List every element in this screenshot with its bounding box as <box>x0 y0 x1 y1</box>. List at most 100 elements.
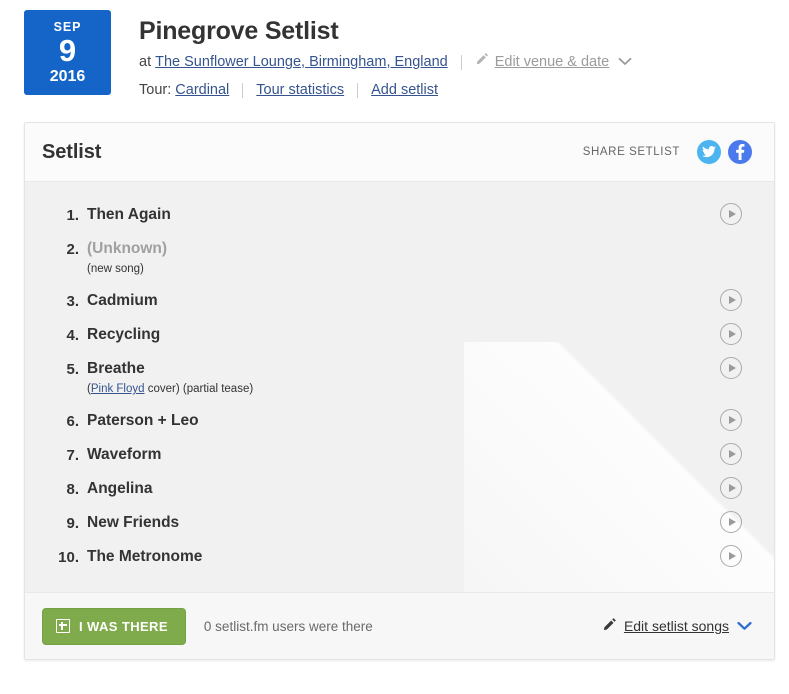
song-play-cell <box>720 506 750 533</box>
song-main: Recycling <box>87 318 720 352</box>
setlist-heading: Setlist <box>42 140 102 163</box>
play-icon[interactable] <box>720 545 742 567</box>
play-triangle <box>728 518 736 526</box>
facebook-icon <box>735 144 745 160</box>
chevron-down-icon <box>618 51 632 73</box>
date-year: 2016 <box>49 68 86 85</box>
song-play-cell <box>720 198 750 225</box>
song-play-cell <box>720 284 750 311</box>
setlist-song-row: 7. Waveform <box>25 438 774 472</box>
song-play-cell <box>720 472 750 499</box>
play-icon[interactable] <box>720 477 742 499</box>
play-icon[interactable] <box>720 323 742 345</box>
play-triangle <box>728 296 736 304</box>
song-position: 5. <box>66 361 79 378</box>
play-icon[interactable] <box>720 443 742 465</box>
setlist-song-row: 8. Angelina <box>25 472 774 506</box>
separator <box>357 82 359 98</box>
play-icon[interactable] <box>720 357 742 379</box>
plus-box-icon <box>56 619 70 633</box>
play-triangle <box>728 450 736 458</box>
setlist-song-row: 10. The Metronome <box>25 540 774 574</box>
venue-line: at The Sunflower Lounge, Birmingham, Eng… <box>139 51 632 73</box>
footer-left-group: I WAS THERE 0 setlist.fm users were ther… <box>42 607 373 645</box>
song-position: 7. <box>66 447 79 464</box>
song-title: Recycling <box>87 326 161 343</box>
event-date-box: SEP 9 2016 <box>24 10 111 95</box>
edit-setlist-songs-button[interactable]: Edit setlist songs <box>602 617 752 635</box>
pencil-icon <box>602 617 617 635</box>
edit-venue-label: Edit venue & date <box>494 54 610 70</box>
separator <box>460 54 462 70</box>
play-triangle <box>728 416 736 424</box>
date-day: 9 <box>58 33 77 68</box>
play-icon[interactable] <box>720 409 742 431</box>
song-main: Waveform <box>87 438 720 472</box>
share-setlist-label: SHARE SETLIST <box>582 146 680 158</box>
song-title: New Friends <box>87 514 180 531</box>
song-note-suffix: cover) (partial tease) <box>144 383 254 395</box>
song-main: Then Again <box>87 198 720 232</box>
song-title: Angelina <box>87 480 153 497</box>
i-was-there-button[interactable]: I WAS THERE <box>42 607 186 645</box>
twitter-icon <box>702 146 716 158</box>
twitter-share-button[interactable] <box>697 140 721 164</box>
setlist-song-row: 2. (Unknown) (new song) <box>25 232 774 284</box>
i-was-there-label: I WAS THERE <box>79 618 168 634</box>
song-main: Angelina <box>87 472 720 506</box>
play-triangle <box>728 552 736 560</box>
setlist-song-row: 3. Cadmium <box>25 284 774 318</box>
play-icon[interactable] <box>720 203 742 225</box>
play-triangle <box>728 210 736 218</box>
setlist-song-body: 1. Then Again 2. (Unknown) (new song) 3. Cadmi… <box>25 182 774 592</box>
play-icon[interactable] <box>720 511 742 533</box>
cover-artist-link[interactable]: Pink Floyd <box>91 383 145 395</box>
song-title: Breathe <box>87 360 145 377</box>
setlist-song-row: 5. Breathe (Pink Floyd cover) (partial tea… <box>25 352 774 404</box>
setlist-card: Setlist SHARE SETLIST 1. Then Again 2. (Unk… <box>24 122 775 660</box>
song-play-cell <box>720 318 750 345</box>
song-play-cell <box>720 404 750 431</box>
setlist-card-footer: I WAS THERE 0 setlist.fm users were ther… <box>25 592 774 659</box>
song-main: Cadmium <box>87 284 720 318</box>
tour-line: Tour: Cardinal Tour statistics Add setli… <box>139 79 632 101</box>
attendance-count-text: 0 setlist.fm users were there <box>203 618 373 634</box>
edit-setlist-songs-label: Edit setlist songs <box>623 618 729 634</box>
facebook-share-button[interactable] <box>728 140 752 164</box>
setlist-song-row: 1. Then Again <box>25 198 774 232</box>
setlist-song-row: 9. New Friends <box>25 506 774 540</box>
song-play-cell <box>720 352 750 379</box>
song-play-cell <box>720 540 750 567</box>
song-title: Waveform <box>87 446 162 463</box>
play-triangle <box>728 364 736 372</box>
song-main: Paterson + Leo <box>87 404 720 438</box>
song-position: 9. <box>66 515 79 532</box>
pencil-icon <box>475 51 489 73</box>
at-prefix: at <box>139 54 152 70</box>
song-main: Breathe (Pink Floyd cover) (partial tease… <box>87 352 720 404</box>
tour-statistics-link[interactable]: Tour statistics <box>256 79 344 101</box>
setlist-song-list: 1. Then Again 2. (Unknown) (new song) 3. Cadmi… <box>25 198 774 574</box>
song-position: 8. <box>66 481 79 498</box>
song-position: 1. <box>66 207 79 224</box>
song-title: Then Again <box>87 206 171 223</box>
song-position: 3. <box>66 293 79 310</box>
song-main: The Metronome <box>87 540 720 574</box>
venue-link[interactable]: The Sunflower Lounge, Birmingham, Englan… <box>155 51 448 73</box>
song-title: Paterson + Leo <box>87 412 199 429</box>
share-area: SHARE SETLIST <box>583 140 752 164</box>
song-note: (Pink Floyd cover) (partial tease) <box>87 381 720 397</box>
song-title: (Unknown) <box>87 240 168 257</box>
song-note: (new song) <box>87 263 144 275</box>
play-icon[interactable] <box>720 289 742 311</box>
chevron-down-icon <box>737 618 752 634</box>
song-play-cell <box>720 438 750 465</box>
song-position: 4. <box>66 327 79 344</box>
play-triangle <box>728 484 736 492</box>
edit-venue-and-date-button[interactable]: Edit venue & date <box>475 51 632 73</box>
tour-link[interactable]: Cardinal <box>175 79 229 101</box>
add-setlist-link[interactable]: Add setlist <box>371 79 438 101</box>
page-title: Pinegrove Setlist <box>139 17 339 45</box>
song-main: New Friends <box>87 506 720 540</box>
play-triangle <box>728 330 736 338</box>
